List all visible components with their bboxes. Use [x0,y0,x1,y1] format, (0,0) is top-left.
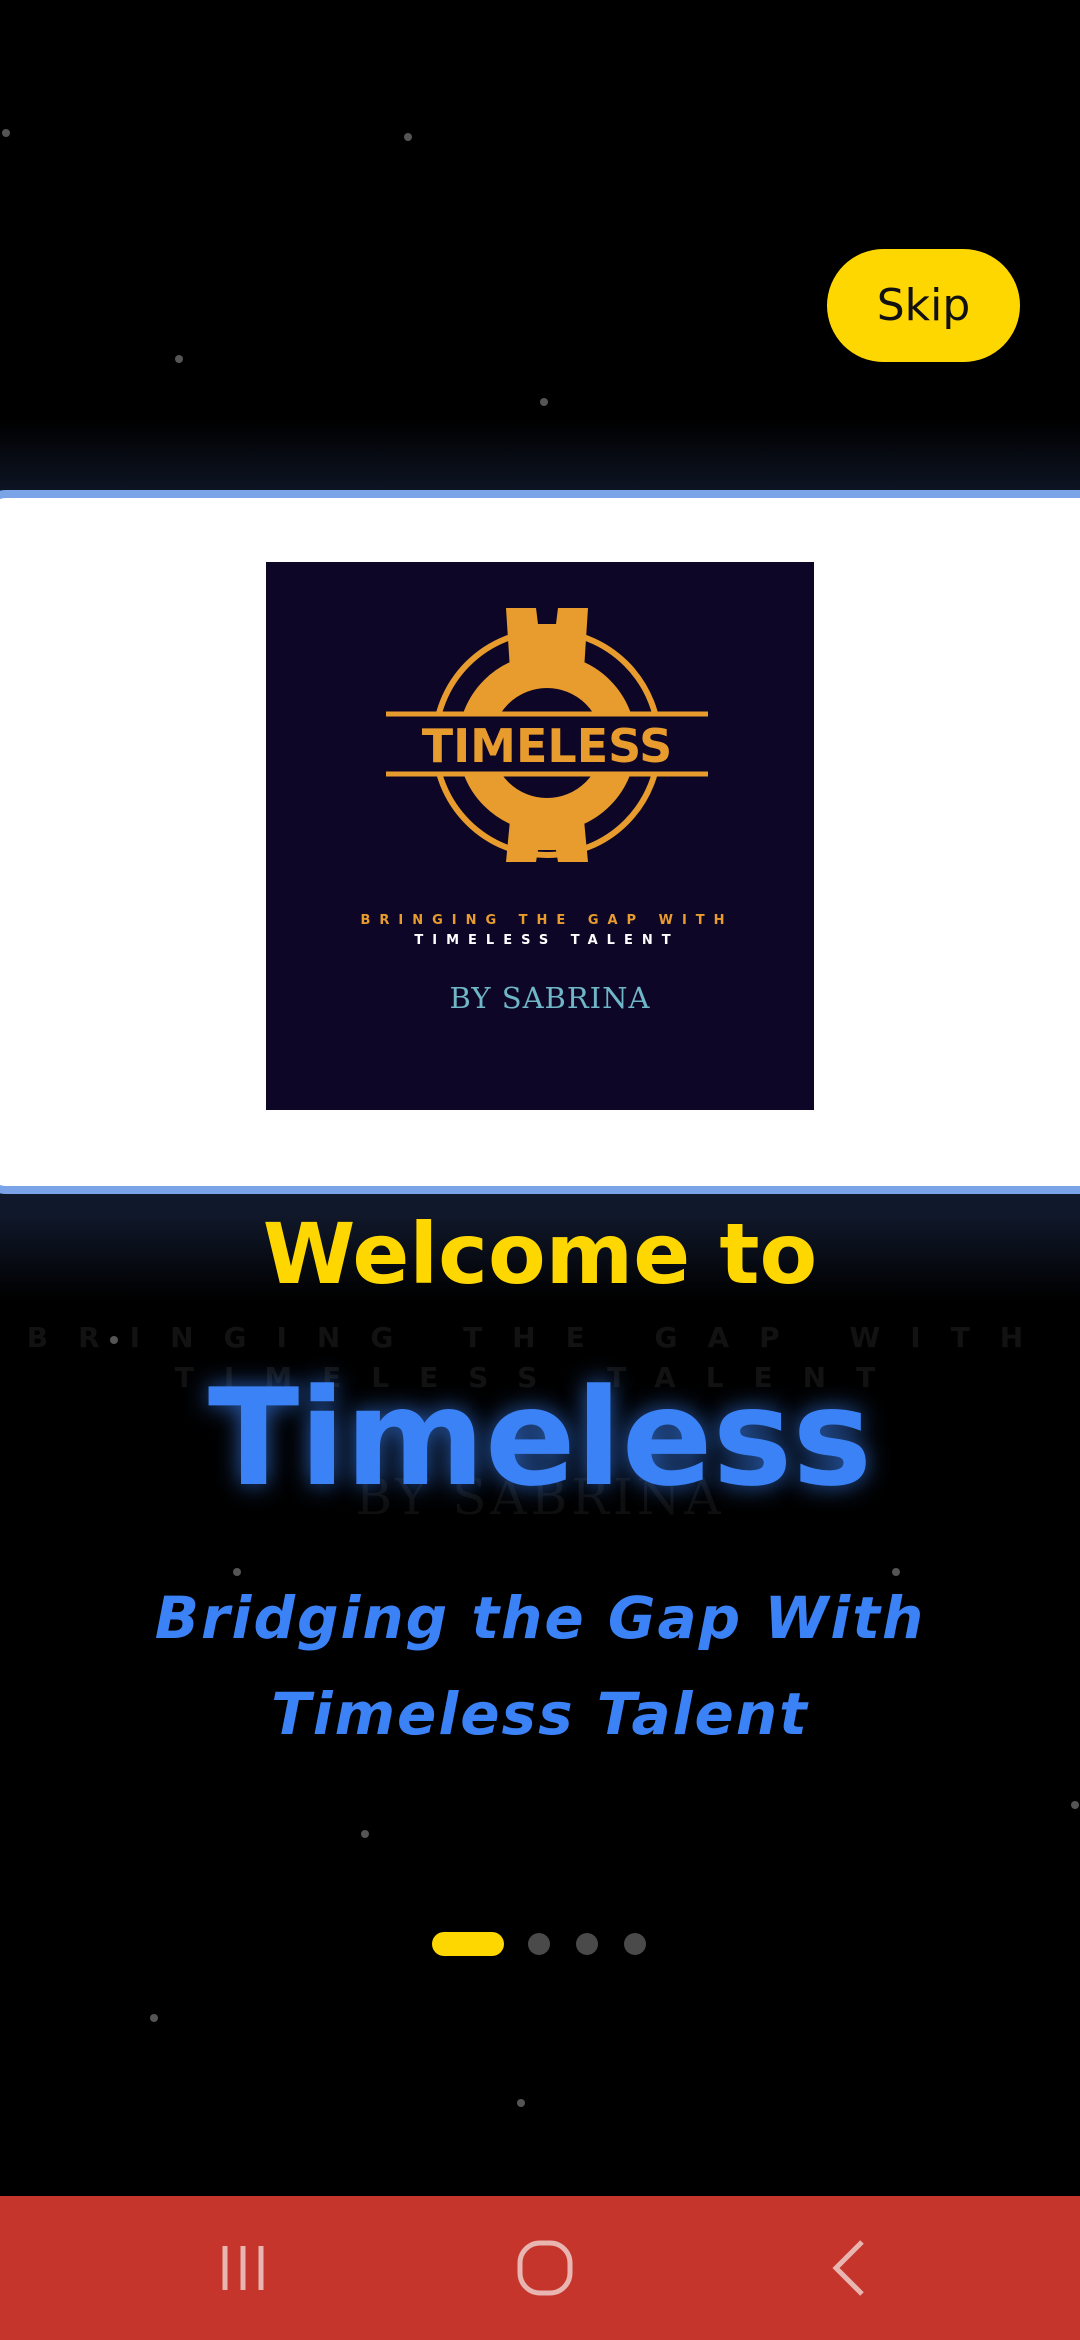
star-dot [517,2099,525,2107]
star-dot [1071,1801,1079,1809]
star-dot [361,1830,369,1838]
page-indicator [0,1930,1080,1958]
star-dot [2,129,10,137]
recents-icon [222,2246,264,2290]
back-button[interactable] [770,2196,930,2340]
page-dot[interactable] [576,1933,598,1955]
logo-tagline-line1: BRINGING THE GAP WITH [360,913,733,928]
skip-button[interactable]: Skip [827,249,1020,362]
home-icon [517,2240,573,2296]
timeless-emblem-icon: TIMELESS BRINGING THE GAP WITH TIMELESS … [266,562,814,1110]
home-button[interactable] [465,2196,625,2340]
star-dot [404,133,412,141]
subtitle: Bridging the Gap With Timeless Talent [140,1570,940,1762]
recents-button[interactable] [163,2196,323,2340]
logo-byline: BY SABRINA [450,981,651,1015]
subtitle-line2: Timeless Talent [271,1680,809,1748]
system-nav-bar [0,2196,1080,2340]
logo-tagline-line2: TIMELESS TALENT [414,933,679,948]
timeless-logo-image: TIMELESS BRINGING THE GAP WITH TIMELESS … [266,562,814,1110]
star-dot [540,398,548,406]
ghost-tagline-line1: BRINGING THE GAP WITH [26,1321,1054,1354]
star-dot [175,355,183,363]
app-title: Timeless [207,1360,873,1516]
subtitle-line1: Bridging the Gap With [154,1584,926,1652]
logo-brand-text: TIMELESS [422,719,673,773]
page-dot[interactable] [528,1933,550,1955]
welcome-text: Welcome to [262,1205,818,1303]
star-dot [150,2014,158,2022]
page-dot[interactable] [624,1933,646,1955]
page-dot-active[interactable] [432,1932,504,1956]
back-icon [832,2240,864,2296]
